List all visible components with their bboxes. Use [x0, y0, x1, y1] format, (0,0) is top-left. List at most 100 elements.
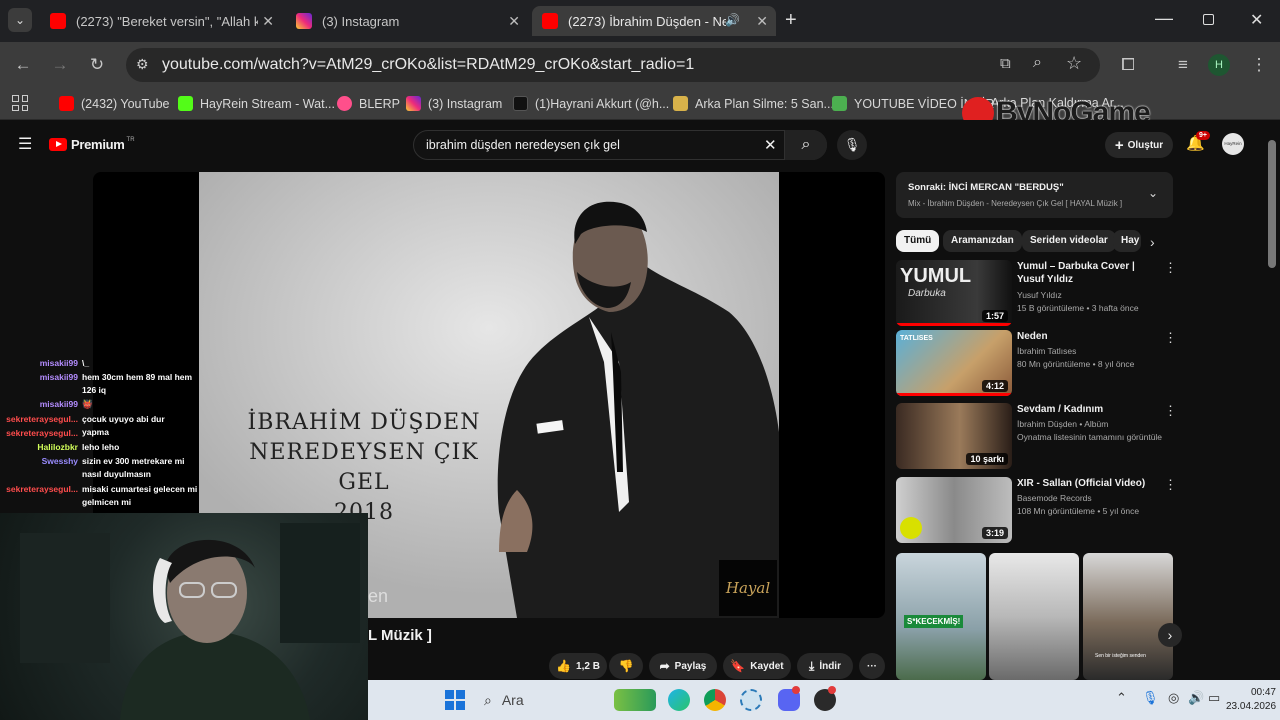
- streamer-figure: [20, 523, 360, 720]
- bookmark-arka-plan-silme[interactable]: Arka Plan Silme: 5 San...: [673, 96, 834, 111]
- edge-icon[interactable]: [668, 689, 690, 711]
- search-icon: ⌕: [484, 691, 492, 708]
- like-button[interactable]: 👍 1,2 B: [549, 653, 607, 679]
- battery-icon[interactable]: ▭: [1208, 690, 1220, 706]
- more-options-icon[interactable]: ⋮: [1164, 330, 1177, 346]
- chip-hayal[interactable]: Hay: [1113, 230, 1141, 252]
- tab-search-button[interactable]: ⌄: [8, 8, 32, 32]
- address-bar[interactable]: ⚙ youtube.com/watch?v=AtM29_crOKo&list=R…: [126, 48, 1100, 82]
- video-thumbnail[interactable]: YUMUL Darbuka 1:57: [896, 260, 1012, 326]
- network-icon[interactable]: ◎: [1168, 690, 1179, 706]
- close-icon[interactable]: ✕: [756, 13, 768, 30]
- site-info-icon[interactable]: ⚙: [136, 56, 149, 73]
- short-thumbnail[interactable]: Sen bir isteğim senden: [1083, 553, 1173, 680]
- extensions-icon[interactable]: ⧠: [1117, 54, 1139, 76]
- close-icon[interactable]: ✕: [508, 13, 520, 30]
- profile-avatar[interactable]: H: [1208, 54, 1230, 76]
- more-actions-button[interactable]: ···: [859, 653, 885, 679]
- account-avatar[interactable]: HayRein: [1222, 133, 1244, 155]
- video-thumbnail[interactable]: 3:19: [896, 477, 1012, 543]
- video-title: L Müzik ]: [368, 627, 432, 644]
- bookmark-youtube[interactable]: (2432) YouTube: [59, 96, 170, 111]
- reload-icon[interactable]: ↻: [86, 54, 108, 76]
- bookmark-tiktok[interactable]: (1)Hayrani Akkurt (@h...: [513, 96, 669, 111]
- restore-button[interactable]: [1203, 14, 1214, 25]
- hamburger-menu-icon[interactable]: ☰: [18, 134, 32, 154]
- search-button[interactable]: ⌕: [784, 130, 827, 160]
- clock[interactable]: 00:47 23.04.2026: [1226, 686, 1276, 714]
- download-button[interactable]: ⤓ İndir: [797, 653, 853, 679]
- video-thumbnail[interactable]: TATLISES 4:12: [896, 330, 1012, 396]
- shorts-next-button[interactable]: ›: [1158, 623, 1182, 647]
- short-thumbnail[interactable]: S*KECEKMİŞ!: [896, 553, 986, 680]
- zoom-icon[interactable]: ⌕: [1033, 54, 1042, 72]
- minimize-button[interactable]: —: [1155, 8, 1173, 29]
- clear-search-icon[interactable]: ✕: [764, 136, 777, 154]
- mix-playlist-header[interactable]: Sonraki: İNCİ MERCAN "BERDUŞ" Mix - İbra…: [896, 172, 1173, 218]
- page-scrollbar[interactable]: [1268, 140, 1276, 268]
- microphone-icon: 🎙: [843, 137, 861, 152]
- widgets-icon[interactable]: [614, 689, 656, 711]
- taskbar-search[interactable]: ⌕ Ara: [478, 686, 608, 714]
- notifications-button[interactable]: 🔔 9+: [1186, 131, 1210, 152]
- back-icon[interactable]: ←: [12, 54, 34, 76]
- recommendation-item[interactable]: 10 şarkı Sevdam / Kadınım İbrahim Düşden…: [896, 403, 1177, 473]
- layers-icon: [673, 96, 688, 111]
- search-bar[interactable]: ibrahim düşden neredeysen çık gel ✕ ⌕: [413, 130, 827, 160]
- save-icon: 🔖: [730, 659, 746, 673]
- new-tab-button[interactable]: +: [785, 9, 797, 32]
- browser-tab-2[interactable]: (3) Instagram ✕: [286, 6, 528, 36]
- start-button[interactable]: [445, 690, 465, 710]
- short-thumbnail[interactable]: [989, 553, 1079, 680]
- menu-icon[interactable]: ⋮: [1248, 54, 1270, 76]
- youtube-logo[interactable]: Premium TR: [49, 137, 135, 152]
- share-button[interactable]: ➦ Paylaş: [649, 653, 717, 679]
- more-options-icon[interactable]: ⋮: [1164, 403, 1177, 419]
- bookmark-hayrein-stream[interactable]: HayRein Stream - Wat...: [178, 96, 335, 111]
- browser-toolbar: ← → ↻ ⚙ youtube.com/watch?v=AtM29_crOKo&…: [0, 42, 1280, 88]
- instagram-icon: [406, 96, 421, 111]
- recommendation-item[interactable]: 3:19 XIR - Sallan (Official Video) Basem…: [896, 477, 1177, 547]
- chip-from-series[interactable]: Seriden videolar: [1022, 230, 1116, 252]
- bookmark-instagram[interactable]: (3) Instagram: [406, 96, 502, 111]
- red-progress-bar: [896, 393, 1012, 396]
- dislike-button[interactable]: 👎: [609, 653, 643, 679]
- browser-tab-1[interactable]: (2273) "Bereket versin", "Allah kazanç v…: [40, 6, 282, 36]
- discord-badge: [792, 686, 800, 694]
- video-description-fragment: en: [368, 586, 389, 606]
- install-icon[interactable]: ⧉: [1000, 55, 1011, 72]
- forward-icon[interactable]: →: [49, 54, 71, 76]
- more-horizontal-icon: ···: [867, 660, 877, 672]
- save-button[interactable]: 🔖 Kaydet: [723, 653, 791, 679]
- volume-icon[interactable]: 🔊: [1188, 690, 1204, 706]
- recommendation-item[interactable]: TATLISES 4:12 Neden İbrahim Tatlıses 80 …: [896, 330, 1177, 400]
- chip-all[interactable]: Tümü: [896, 230, 940, 252]
- url-text[interactable]: youtube.com/watch?v=AtM29_crOKo&list=RDA…: [162, 56, 694, 74]
- browser-tab-3[interactable]: (2273) İbrahim Düşden - Neredeysen Çık G…: [532, 6, 776, 36]
- chips-next-chevron-icon[interactable]: ›: [1150, 234, 1155, 250]
- tiktok-icon: [513, 96, 528, 111]
- voice-search-button[interactable]: 🎙: [837, 130, 867, 160]
- chip-from-search[interactable]: Aramanızdan: [943, 230, 1022, 252]
- expand-chevron-icon[interactable]: ⌄: [1148, 186, 1158, 200]
- bookmark-star-icon[interactable]: ☆: [1066, 53, 1082, 74]
- app-icon[interactable]: [740, 689, 762, 711]
- media-control-icon[interactable]: ≡: [1172, 54, 1194, 76]
- share-icon: ➦: [659, 659, 670, 673]
- bookmark-blerp[interactable]: BLERP: [337, 96, 400, 111]
- close-icon[interactable]: ✕: [262, 13, 274, 30]
- create-button[interactable]: + Oluştur: [1105, 132, 1173, 158]
- close-window-button[interactable]: ✕: [1250, 10, 1263, 30]
- tab-title: (2273) "Bereket versin", "Allah kazanç v…: [76, 13, 258, 29]
- apps-icon[interactable]: [12, 95, 28, 111]
- playlist-thumbnail[interactable]: 10 şarkı: [896, 403, 1012, 469]
- microphone-tray-icon[interactable]: 🎙: [1142, 690, 1159, 706]
- search-input[interactable]: ibrahim düşden neredeysen çık gel: [426, 138, 620, 152]
- recommendation-item[interactable]: YUMUL Darbuka 1:57 Yumul – Darbuka Cover…: [896, 260, 1177, 330]
- tray-chevron-icon[interactable]: ⌃: [1116, 690, 1127, 706]
- chrome-icon[interactable]: [704, 689, 726, 711]
- chevron-down-icon: ⌄: [14, 13, 26, 27]
- more-options-icon[interactable]: ⋮: [1164, 477, 1177, 493]
- speaker-icon[interactable]: 🔊: [725, 13, 740, 27]
- more-options-icon[interactable]: ⋮: [1164, 260, 1177, 276]
